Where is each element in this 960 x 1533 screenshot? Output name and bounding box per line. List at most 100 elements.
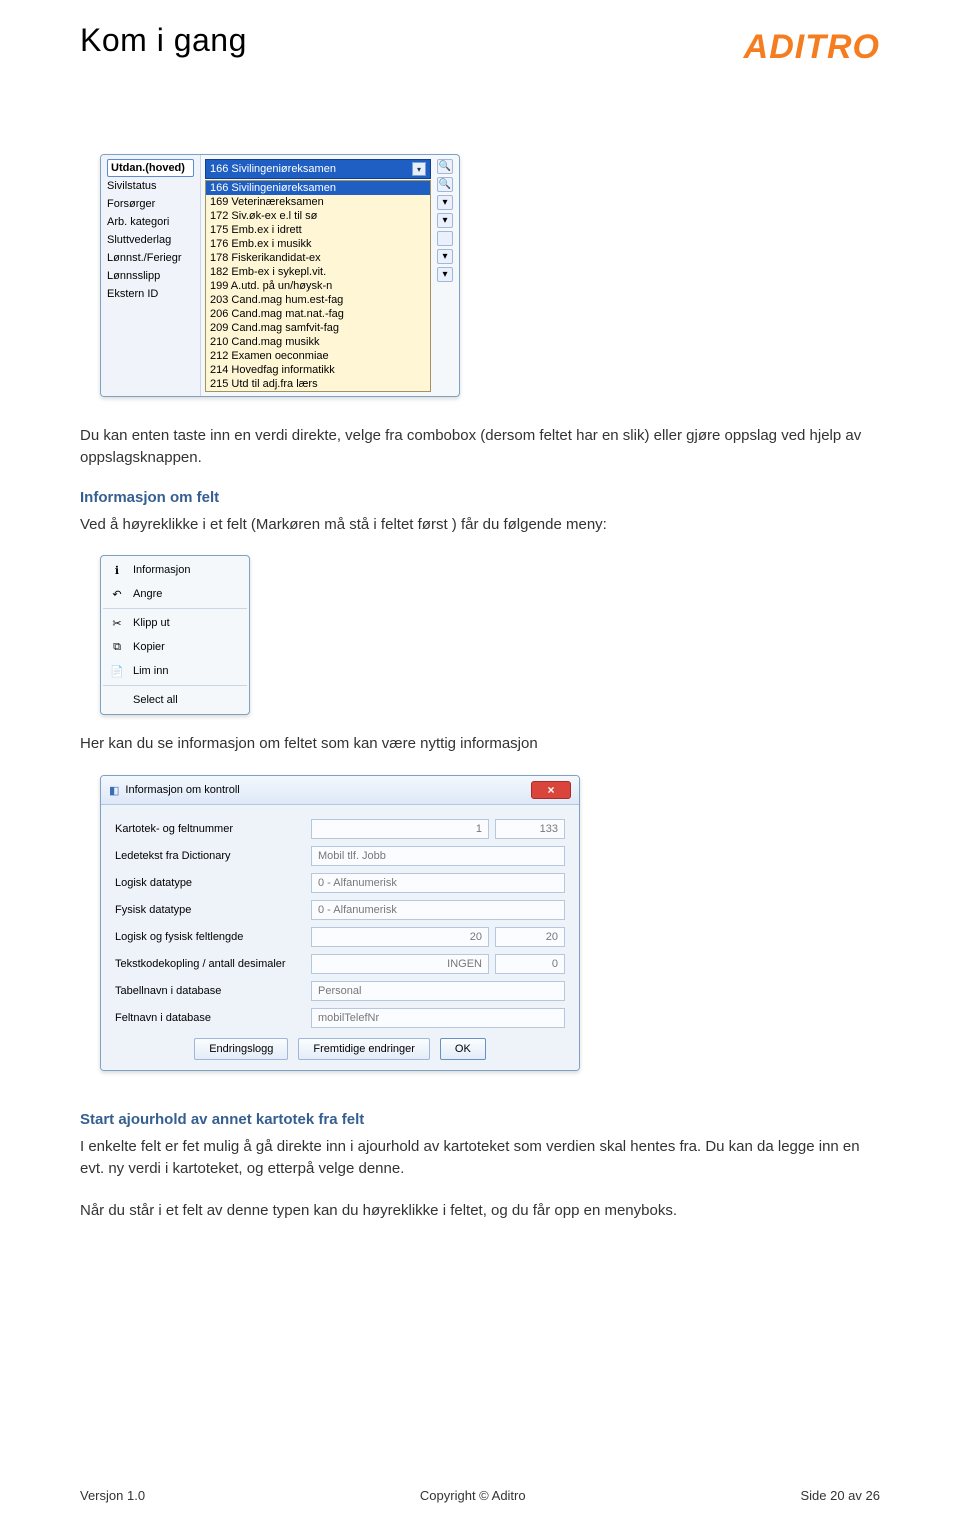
dialog-field-value xyxy=(311,954,489,974)
close-button[interactable]: × xyxy=(531,781,571,799)
scrollbar-thumb[interactable] xyxy=(437,231,453,246)
section-heading: Informasjon om felt xyxy=(80,489,880,506)
footer-version: Versjon 1.0 xyxy=(80,1488,145,1503)
chevron-down-icon[interactable]: ▾ xyxy=(437,195,453,210)
paragraph: Her kan du se informasjon om feltet som … xyxy=(80,733,880,755)
dialog-title: Informasjon om kontroll xyxy=(125,784,239,796)
combobox-input[interactable]: 166 Sivilingeniøreksamen ▾ xyxy=(205,159,431,179)
combobox-example: Utdan.(hoved)SivilstatusForsørgerArb. ka… xyxy=(100,154,460,397)
dialog-field-row: Kartotek- og feltnummer xyxy=(115,819,565,839)
footer-page-number: Side 20 av 26 xyxy=(800,1488,880,1503)
dialog-field-label: Logisk datatype xyxy=(115,877,305,889)
dialog-field-row: Logisk og fysisk feltlengde xyxy=(115,927,565,947)
dialog-field-value xyxy=(311,900,565,920)
chevron-down-icon[interactable]: ▾ xyxy=(437,267,453,282)
informasjon-icon: ℹ xyxy=(109,562,125,578)
context-menu: ℹ Informasjon ↶ Angre ✂ Klipp ut ⧉ Kopier 📄 Lim i… xyxy=(100,555,250,715)
context-menu-item[interactable]: 📄 Lim inn xyxy=(103,659,247,683)
field-labels-column: Utdan.(hoved)SivilstatusForsørgerArb. ka… xyxy=(101,155,201,396)
page-footer: Versjon 1.0 Copyright © Aditro Side 20 a… xyxy=(80,1488,880,1503)
chevron-down-icon[interactable]: ▾ xyxy=(437,213,453,228)
context-menu-item-label: Lim inn xyxy=(133,665,168,677)
context-menu-item-label: Kopier xyxy=(133,641,165,653)
dialog-field-value xyxy=(311,846,565,866)
field-label: Lønnsslipp xyxy=(107,267,194,285)
field-label: Sluttvederlag xyxy=(107,231,194,249)
close-icon: × xyxy=(547,783,554,797)
dialog-field-row: Tabellnavn i database xyxy=(115,981,565,1001)
dialog-field-label: Feltnavn i database xyxy=(115,1012,305,1024)
combobox-option[interactable]: 182 Emb-ex i sykepl.vit. xyxy=(206,265,430,279)
field-label: Ekstern ID xyxy=(107,285,194,303)
dialog-field-row: Tekstkodekopling / antall desimaler xyxy=(115,954,565,974)
combobox-option[interactable]: 215 Utd til adj.fra lærs xyxy=(206,377,430,391)
dialog-field-value xyxy=(311,981,565,1001)
section-heading: Start ajourhold av annet kartotek fra fe… xyxy=(80,1111,880,1128)
info-icon: ◧ xyxy=(109,784,119,797)
dialog-field-label: Tabellnavn i database xyxy=(115,985,305,997)
field-label: Arb. kategori xyxy=(107,213,194,231)
combobox-option[interactable]: 175 Emb.ex i idrett xyxy=(206,223,430,237)
paragraph: Når du står i et felt av denne typen kan… xyxy=(80,1200,880,1222)
context-menu-item-label: Select all xyxy=(133,694,178,706)
dialog-button-row: Endringslogg Fremtidige endringer OK xyxy=(115,1038,565,1060)
combobox-option[interactable]: 199 A.utd. på un/høysk-n xyxy=(206,279,430,293)
dialog-field-value xyxy=(311,927,489,947)
menu-separator xyxy=(103,608,247,609)
field-info-dialog: ◧ Informasjon om kontroll × Kartotek- og… xyxy=(100,775,580,1071)
klipp-ut-icon: ✂ xyxy=(109,615,125,631)
search-icon[interactable]: 🔍 xyxy=(437,159,453,174)
combobox-option[interactable]: 214 Hovedfag informatikk xyxy=(206,363,430,377)
fremtidige-endringer-button[interactable]: Fremtidige endringer xyxy=(298,1038,430,1060)
context-menu-item[interactable]: ⧉ Kopier xyxy=(103,635,247,659)
combobox-option[interactable]: 178 Fiskerikandidat-ex xyxy=(206,251,430,265)
context-menu-item[interactable]: ℹ Informasjon xyxy=(103,558,247,582)
brand-logo: ADITRO xyxy=(744,30,880,64)
combobox-option[interactable]: 203 Cand.mag hum.est-fag xyxy=(206,293,430,307)
lim-inn-icon: 📄 xyxy=(109,663,125,679)
context-menu-item[interactable]: Select all xyxy=(103,688,247,712)
footer-copyright: Copyright © Aditro xyxy=(420,1488,526,1503)
dialog-field-row: Fysisk datatype xyxy=(115,900,565,920)
combobox-selected-value: 166 Sivilingeniøreksamen xyxy=(210,163,336,175)
dialog-body: Kartotek- og feltnummer Ledetekst fra Dic… xyxy=(101,805,579,1070)
kopier-icon: ⧉ xyxy=(109,639,125,655)
field-label: Utdan.(hoved) xyxy=(107,159,194,177)
field-label: Lønnst./Feriegr xyxy=(107,249,194,267)
dialog-field-row: Ledetekst fra Dictionary xyxy=(115,846,565,866)
paragraph: I enkelte felt er fet mulig å gå direkte… xyxy=(80,1136,880,1180)
dialog-field-value xyxy=(495,954,565,974)
combobox-option[interactable]: 212 Examen oeconmiae xyxy=(206,349,430,363)
context-menu-item-label: Informasjon xyxy=(133,564,190,576)
combobox-option[interactable]: 176 Emb.ex i musikk xyxy=(206,237,430,251)
paragraph: Ved å høyreklikke i et felt (Markøren må… xyxy=(80,514,880,536)
chevron-down-icon[interactable]: ▾ xyxy=(437,249,453,264)
context-menu-item[interactable]: ↶ Angre xyxy=(103,582,247,606)
dialog-field-row: Logisk datatype xyxy=(115,873,565,893)
combobox-option[interactable]: 172 Siv.øk-ex e.l til sø xyxy=(206,209,430,223)
context-menu-item[interactable]: ✂ Klipp ut xyxy=(103,611,247,635)
page-header: Kom i gang ADITRO xyxy=(80,30,880,64)
combobox-option[interactable]: 209 Cand.mag samfvit-fag xyxy=(206,321,430,335)
ok-button[interactable]: OK xyxy=(440,1038,486,1060)
menu-separator xyxy=(103,685,247,686)
select-all-icon xyxy=(109,692,125,708)
search-icon[interactable]: 🔍 xyxy=(437,177,453,192)
endringslogg-button[interactable]: Endringslogg xyxy=(194,1038,288,1060)
combobox-dropdown-button[interactable]: ▾ xyxy=(412,162,426,176)
context-menu-item-label: Angre xyxy=(133,588,162,600)
field-label: Sivilstatus xyxy=(107,177,194,195)
dialog-titlebar: ◧ Informasjon om kontroll × xyxy=(101,776,579,805)
combobox-option[interactable]: 206 Cand.mag mat.nat.-fag xyxy=(206,307,430,321)
field-side-icons: 🔍 🔍 ▾ ▾ ▾ ▾ xyxy=(437,159,455,282)
angre-icon: ↶ xyxy=(109,586,125,602)
combobox-option[interactable]: 169 Veterinæreksamen xyxy=(206,195,430,209)
dialog-field-value xyxy=(311,873,565,893)
dialog-field-label: Ledetekst fra Dictionary xyxy=(115,850,305,862)
dialog-field-value xyxy=(495,927,565,947)
context-menu-item-label: Klipp ut xyxy=(133,617,170,629)
dialog-field-label: Tekstkodekopling / antall desimaler xyxy=(115,958,305,970)
combobox-option[interactable]: 166 Sivilingeniøreksamen xyxy=(206,181,430,195)
combobox-option[interactable]: 210 Cand.mag musikk xyxy=(206,335,430,349)
paragraph: Du kan enten taste inn en verdi direkte,… xyxy=(80,425,880,469)
